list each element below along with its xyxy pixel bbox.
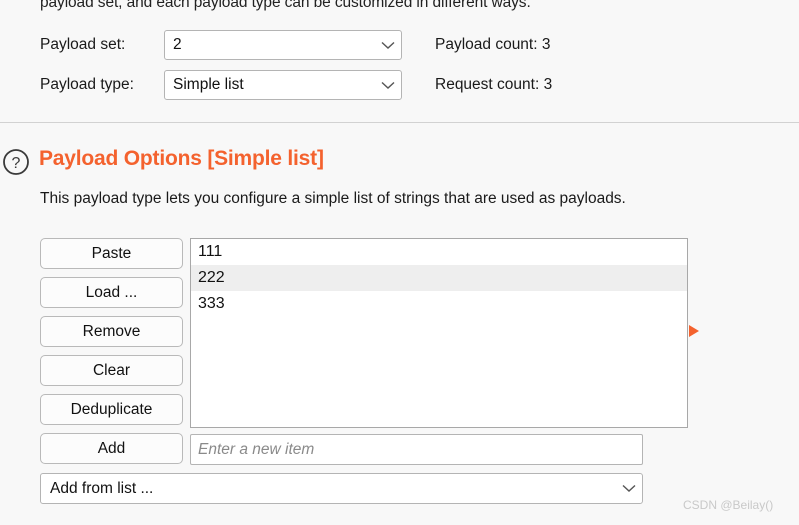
payload-set-value: 2 [173,36,182,53]
list-item[interactable]: 222 [191,265,687,291]
payload-type-value: Simple list [173,76,244,93]
clear-button[interactable]: Clear [40,355,183,386]
chevron-down-icon [375,81,401,90]
add-from-list-select[interactable]: Add from list ... [40,473,643,504]
section-divider [0,122,799,123]
paste-button[interactable]: Paste [40,238,183,269]
triangle-right-icon[interactable] [688,324,700,338]
add-from-list-value: Add from list ... [50,479,154,497]
request-count-label: Request count: 3 [435,76,553,93]
deduplicate-button[interactable]: Deduplicate [40,394,183,425]
section-description: This payload type lets you configure a s… [40,190,626,207]
payload-set-select[interactable]: 2 [164,30,402,60]
new-item-input[interactable] [190,434,643,465]
remove-button[interactable]: Remove [40,316,183,347]
load-button[interactable]: Load ... [40,277,183,308]
list-item[interactable]: 333 [191,291,687,317]
payload-set-row: Payload set: 2 [40,30,402,60]
payload-actions-column: Paste Load ... Remove Clear Deduplicate … [40,238,183,472]
chevron-down-icon [375,41,401,50]
payload-type-select[interactable]: Simple list [164,70,402,100]
payload-set-label: Payload set: [40,36,126,53]
question-circle-icon[interactable]: ? [2,148,30,176]
list-item[interactable]: 111 [191,239,687,265]
page-title: Payload Options [Simple list] [39,147,324,170]
payload-count-label: Payload count: 3 [435,36,551,53]
payload-type-row: Payload type: Simple list [40,70,402,100]
add-button[interactable]: Add [40,433,183,464]
payload-list[interactable]: 111 222 333 [190,238,688,428]
svg-text:?: ? [12,155,21,172]
chevron-down-icon [616,484,642,493]
intro-text: payload set, and each payload type can b… [40,0,531,11]
payload-type-label: Payload type: [40,76,134,93]
watermark: CSDN @Beilay() [683,498,774,512]
